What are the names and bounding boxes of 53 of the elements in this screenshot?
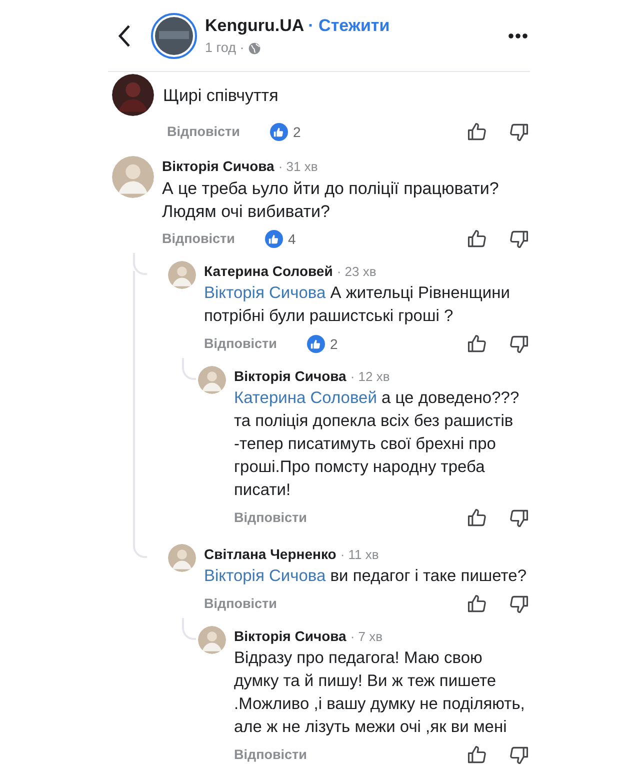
comment-text: Відразу про педагога! Маю свою думку та й пишу! Ви ж теж пишете .Можливо ,і вашу думку не поділяють, але ж не лізуть межи очі ,як ви мені	[234, 648, 526, 738]
comment-text: Вікторія Сичова ви педагог і таке пишете?	[204, 566, 528, 587]
author-name[interactable]: Вікторія Сичова	[234, 626, 346, 646]
comment-text: Катерина Соловей а це доведено??? та поліція допекла всіх без рашистів -тепер писатимуть свої брехні про гроші.Про помсту народну треба писати!	[234, 388, 520, 501]
mention-link[interactable]: Вікторія Сичова	[204, 567, 330, 585]
like-count: 2	[292, 122, 301, 142]
comment-time: · 7 хв	[350, 628, 383, 646]
dislike-icon[interactable]	[508, 333, 530, 355]
mention-link[interactable]: Вікторія Сичова	[204, 284, 330, 302]
dislike-icon[interactable]	[508, 121, 530, 143]
reply-link[interactable]: Відповісти	[234, 744, 307, 766]
like-badge-icon	[270, 123, 288, 141]
dislike-icon[interactable]	[508, 228, 530, 250]
like-count: 4	[288, 230, 296, 248]
comment-text: Вікторія Сичова А жительці Рівненщини потрібні були рашистські гроші ?	[204, 283, 511, 327]
comment-time: · 23 хв	[336, 263, 376, 281]
author-name[interactable]: Вікторія Сичова	[162, 156, 274, 176]
like-badge-icon	[264, 230, 283, 248]
dislike-icon[interactable]	[508, 507, 530, 529]
more-icon[interactable]	[508, 32, 528, 38]
comment-time: · 11 хв	[340, 546, 379, 564]
comment-text: Щирі співчуття	[163, 84, 280, 106]
thread-line	[182, 618, 196, 640]
author-name[interactable]: Світлана Черненко	[204, 544, 336, 564]
like-badge-icon	[306, 335, 325, 353]
comment-time: · 12 хв	[350, 368, 390, 386]
comment-time: · 31 хв	[278, 158, 318, 176]
like-icon[interactable]	[466, 121, 488, 143]
reply-link[interactable]: Відповісти	[162, 228, 235, 250]
dislike-icon[interactable]	[508, 593, 530, 615]
comment-text: А це треба ьуло йти до поліції працювати? Людям очі вибивати?	[162, 178, 500, 223]
reply-link[interactable]: Відповісти	[204, 594, 277, 614]
like-icon[interactable]	[466, 228, 488, 250]
like-icon[interactable]	[466, 333, 488, 355]
avatar[interactable]	[112, 74, 154, 116]
like-count: 2	[330, 334, 338, 354]
back-icon[interactable]	[117, 24, 133, 48]
like-icon[interactable]	[466, 593, 488, 615]
dislike-icon[interactable]	[508, 744, 530, 766]
reply-link[interactable]: Відповісти	[204, 334, 277, 354]
globe-icon	[248, 42, 262, 55]
page-logo[interactable]	[151, 12, 197, 58]
like-icon[interactable]	[466, 744, 488, 766]
page-name[interactable]: Kenguru.UA	[205, 12, 304, 38]
mention-link[interactable]: Катерина Соловей	[234, 389, 382, 407]
like-icon[interactable]	[466, 507, 488, 529]
author-name[interactable]: Вікторія Сичова	[234, 366, 346, 386]
thread-line	[182, 358, 196, 380]
reply-link[interactable]: Відповісти	[234, 508, 307, 528]
follow-link[interactable]: · Стежити	[308, 12, 390, 38]
post-time: 1 год ·	[205, 39, 244, 58]
author-name[interactable]: Катерина Соловей	[204, 261, 333, 281]
reply-link[interactable]: Відповісти	[167, 122, 240, 142]
